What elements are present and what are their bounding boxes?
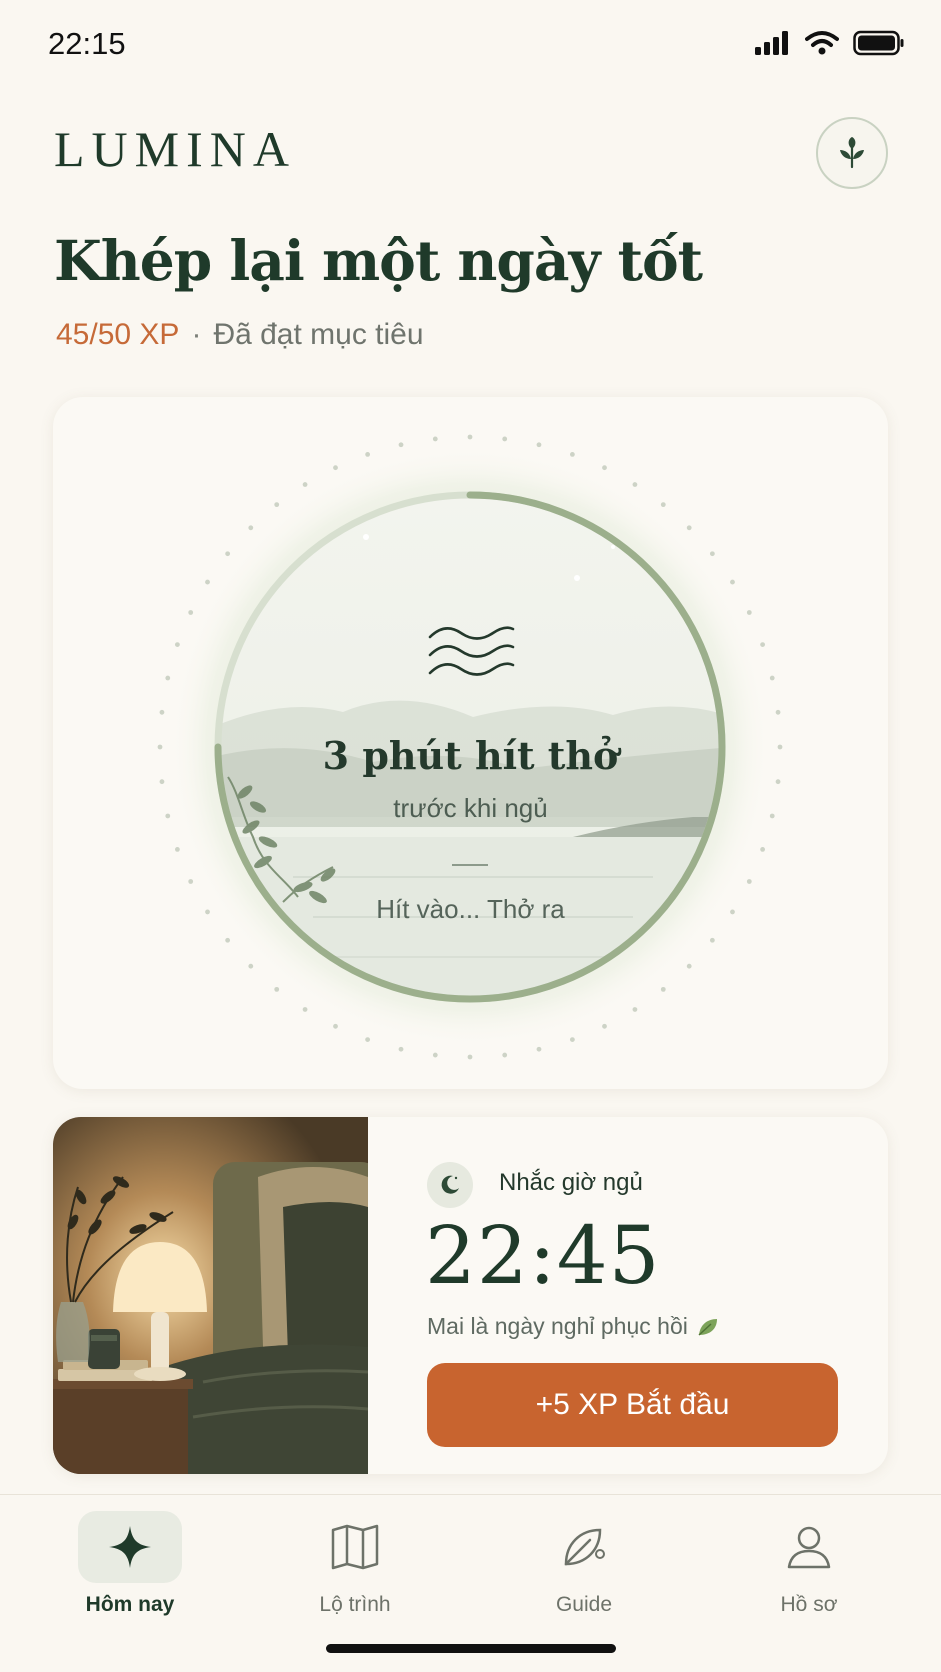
reminder-note: Mai là ngày nghỉ phục hồi <box>427 1313 720 1340</box>
breathing-subtitle: trước khi ngủ <box>393 793 548 823</box>
profile-leaf-button[interactable] <box>816 117 888 189</box>
map-book-icon <box>331 1524 379 1570</box>
nav-item-roadmap[interactable]: Lộ trình <box>285 1511 425 1617</box>
person-icon <box>787 1526 831 1569</box>
home-screen: 22:15 LUMINA Khép lại một ngày tốt 45/50… <box>0 0 941 1672</box>
goal-status: Đã đạt mục tiêu <box>213 318 424 351</box>
home-indicator <box>326 1644 616 1653</box>
moon-icon <box>441 1175 459 1194</box>
sparkle-icon <box>109 1526 151 1568</box>
breathing-divider <box>452 864 488 866</box>
xp-progress: 45/50 XP <box>56 318 180 351</box>
nav-item-roadmap-wrap <box>303 1511 407 1583</box>
breathing-hint: Hít vào... Thở ra <box>376 894 565 924</box>
signal-icon <box>755 31 788 55</box>
reminder-label: Nhắc giờ ngủ <box>499 1169 643 1196</box>
wifi-icon <box>805 31 839 55</box>
nav-item-guide[interactable]: Guide <box>514 1511 654 1617</box>
xp-progress-line: 45/50 XP · Đã đạt mục tiêu <box>56 318 424 352</box>
battery-icon <box>853 30 904 56</box>
status-bar: 22:15 <box>0 0 941 92</box>
nav-item-profile[interactable]: Hồ sơ <box>739 1511 879 1617</box>
nav-item-today-highlight <box>78 1511 182 1583</box>
moon-badge <box>427 1162 473 1208</box>
bedroom-image <box>53 1117 368 1474</box>
nav-label-guide: Guide <box>555 1593 613 1616</box>
reminder-note-text: Mai là ngày nghỉ phục hồi <box>427 1313 688 1339</box>
breathing-title: 3 phút hít thở <box>322 733 619 778</box>
nav-item-profile-wrap <box>757 1511 861 1583</box>
separator-dot: · <box>191 318 202 351</box>
leaf-icon <box>840 137 864 169</box>
page-title: Khép lại một ngày tốt <box>54 228 703 293</box>
start-bedtime-button[interactable]: +5 XP Bắt đầu <box>427 1363 838 1447</box>
status-time: 22:15 <box>48 26 126 61</box>
breathing-session-card[interactable]: 3 phút hít thở trước khi ngủ Hít vào... … <box>53 397 888 1089</box>
nav-label-profile: Hồ sơ <box>780 1593 838 1616</box>
status-icons <box>755 30 905 56</box>
nav-item-guide-wrap <box>532 1511 636 1583</box>
bedtime-reminder-card: Nhắc giờ ngủ 22:45 Mai là ngày nghỉ phục… <box>53 1117 888 1474</box>
nav-item-today[interactable]: Hôm nay <box>60 1511 200 1617</box>
reminder-time: 22:45 <box>425 1209 661 1302</box>
nav-label-today: Hôm nay <box>85 1593 175 1616</box>
brand-logo: LUMINA <box>54 121 296 177</box>
leaf-guide-icon <box>564 1528 605 1566</box>
small-leaf-icon <box>698 1318 717 1336</box>
nav-label-roadmap: Lộ trình <box>319 1593 391 1616</box>
